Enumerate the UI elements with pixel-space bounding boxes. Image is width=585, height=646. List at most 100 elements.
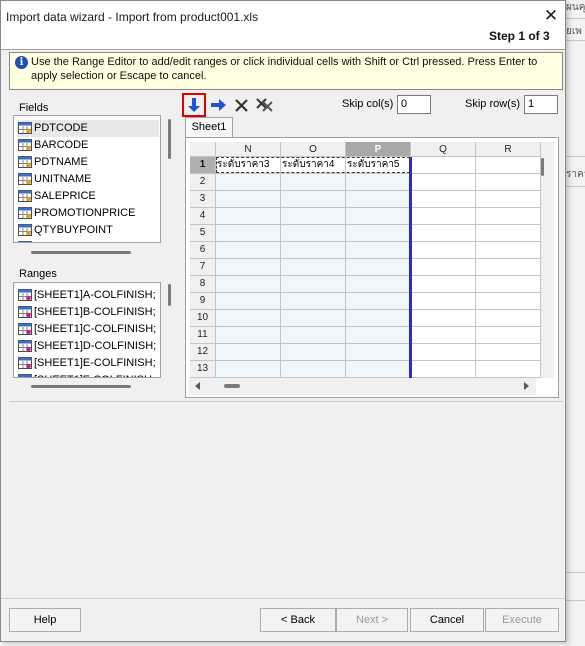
grid-cell[interactable] <box>476 276 541 293</box>
grid-cell[interactable] <box>411 157 476 174</box>
grid-cell[interactable] <box>281 327 346 344</box>
delete-range-button[interactable] <box>230 94 252 116</box>
grid-cells[interactable]: N O P Q R 1 ระดับราคา3 ระดับราคา4 ระดับราคา5 2 3 4 5… <box>190 142 554 378</box>
tab-sheet1[interactable]: Sheet1 <box>185 117 233 137</box>
field-item[interactable]: PROMOTIONPRICE <box>17 205 159 222</box>
add-range-down-button[interactable] <box>182 93 206 117</box>
row-header[interactable]: 10 <box>190 310 216 327</box>
grid-cell[interactable] <box>216 361 281 378</box>
back-button[interactable]: < Back <box>260 608 336 632</box>
scroll-left-icon[interactable] <box>195 382 200 390</box>
grid-cell[interactable] <box>281 293 346 310</box>
grid-cell[interactable] <box>346 242 411 259</box>
grid-cell[interactable] <box>281 174 346 191</box>
grid-cell[interactable] <box>411 259 476 276</box>
grid-cell[interactable] <box>216 344 281 361</box>
column-header[interactable]: O <box>281 142 346 157</box>
grid-cell[interactable] <box>411 174 476 191</box>
cancel-button[interactable]: Cancel <box>410 608 484 632</box>
grid-cell[interactable] <box>476 242 541 259</box>
row-header[interactable]: 7 <box>190 259 216 276</box>
row-header[interactable]: 9 <box>190 293 216 310</box>
grid-cell[interactable] <box>476 310 541 327</box>
ranges-list[interactable]: [SHEET1]A-COLFINISH; [SHEET1]B-COLFINISH;… <box>13 282 161 378</box>
field-item[interactable]: QTYBUYPOINT <box>17 222 159 239</box>
grid-vscroll[interactable] <box>541 158 544 176</box>
grid-cell[interactable] <box>216 293 281 310</box>
grid-cell[interactable] <box>476 191 541 208</box>
column-header[interactable]: R <box>476 142 541 157</box>
grid-cell[interactable] <box>411 361 476 378</box>
grid-cell[interactable] <box>216 225 281 242</box>
ranges-vscroll[interactable] <box>168 284 171 306</box>
field-item[interactable]: SALEPRICE <box>17 188 159 205</box>
field-item[interactable]: BARCODE <box>17 137 159 154</box>
grid-cell[interactable] <box>411 293 476 310</box>
field-item[interactable]: PDTCODE <box>17 120 159 137</box>
fields-list[interactable]: PDTCODE BARCODE PDTNAME UNITNAME SALEPRICE PR… <box>13 115 161 243</box>
grid-cell[interactable] <box>281 191 346 208</box>
range-item[interactable]: [SHEET1]C-COLFINISH; <box>17 321 159 338</box>
fields-hscroll[interactable] <box>31 251 131 254</box>
grid-cell[interactable] <box>476 174 541 191</box>
row-header[interactable]: 12 <box>190 344 216 361</box>
grid-cell[interactable] <box>346 225 411 242</box>
field-item[interactable]: PDTNAME <box>17 154 159 171</box>
grid-cell[interactable] <box>216 276 281 293</box>
range-item[interactable]: [SHEET1]F-COLFINISH; <box>17 372 159 377</box>
grid-cell[interactable] <box>411 310 476 327</box>
range-item[interactable]: [SHEET1]A-COLFINISH; <box>17 287 159 304</box>
grid-cell[interactable] <box>411 208 476 225</box>
column-header[interactable]: P <box>346 142 411 157</box>
row-header[interactable]: 13 <box>190 361 216 378</box>
column-header[interactable]: N <box>216 142 281 157</box>
grid-cell[interactable] <box>476 327 541 344</box>
grid-cell[interactable] <box>476 361 541 378</box>
row-header[interactable]: 11 <box>190 327 216 344</box>
range-item[interactable]: [SHEET1]D-COLFINISH; <box>17 338 159 355</box>
grid-cell[interactable] <box>281 310 346 327</box>
grid-cell[interactable] <box>476 157 541 174</box>
grid-cell[interactable] <box>411 225 476 242</box>
grid-cell[interactable] <box>411 242 476 259</box>
add-range-right-button[interactable] <box>207 94 229 116</box>
row-header[interactable]: 5 <box>190 225 216 242</box>
grid-cell[interactable] <box>216 174 281 191</box>
grid-cell[interactable] <box>346 310 411 327</box>
grid-hscroll-thumb[interactable] <box>224 384 240 388</box>
grid-cell[interactable] <box>411 276 476 293</box>
grid-cell[interactable] <box>216 191 281 208</box>
ranges-hscroll[interactable] <box>31 385 131 388</box>
row-header[interactable]: 1 <box>190 157 216 174</box>
grid-cell[interactable] <box>216 242 281 259</box>
grid-cell[interactable] <box>346 327 411 344</box>
range-item[interactable]: [SHEET1]E-COLFINISH; <box>17 355 159 372</box>
grid-cell[interactable] <box>346 276 411 293</box>
grid-cell[interactable] <box>346 293 411 310</box>
grid-cell[interactable] <box>346 174 411 191</box>
grid-cell[interactable] <box>216 259 281 276</box>
grid-cell[interactable] <box>216 310 281 327</box>
help-button[interactable]: Help <box>9 608 81 632</box>
range-item[interactable]: [SHEET1]B-COLFINISH; <box>17 304 159 321</box>
row-header[interactable]: 2 <box>190 174 216 191</box>
column-header[interactable]: Q <box>411 142 476 157</box>
scroll-right-icon[interactable] <box>524 382 529 390</box>
field-item[interactable]: UNITNAME <box>17 171 159 188</box>
grid-cell[interactable] <box>216 208 281 225</box>
row-header[interactable]: 6 <box>190 242 216 259</box>
grid-cell[interactable] <box>411 327 476 344</box>
skip-rows-input[interactable]: 1 <box>524 95 558 114</box>
field-item[interactable] <box>17 239 159 242</box>
grid-cell[interactable] <box>281 225 346 242</box>
grid-hscroll[interactable] <box>189 378 536 395</box>
next-button[interactable]: Next > <box>336 608 408 632</box>
grid-cell[interactable] <box>281 361 346 378</box>
skip-cols-input[interactable]: 0 <box>397 95 431 114</box>
row-header[interactable]: 4 <box>190 208 216 225</box>
grid-cell[interactable] <box>476 259 541 276</box>
grid-cell[interactable] <box>346 361 411 378</box>
row-header[interactable]: 3 <box>190 191 216 208</box>
grid-cell[interactable] <box>411 344 476 361</box>
row-header[interactable]: 8 <box>190 276 216 293</box>
